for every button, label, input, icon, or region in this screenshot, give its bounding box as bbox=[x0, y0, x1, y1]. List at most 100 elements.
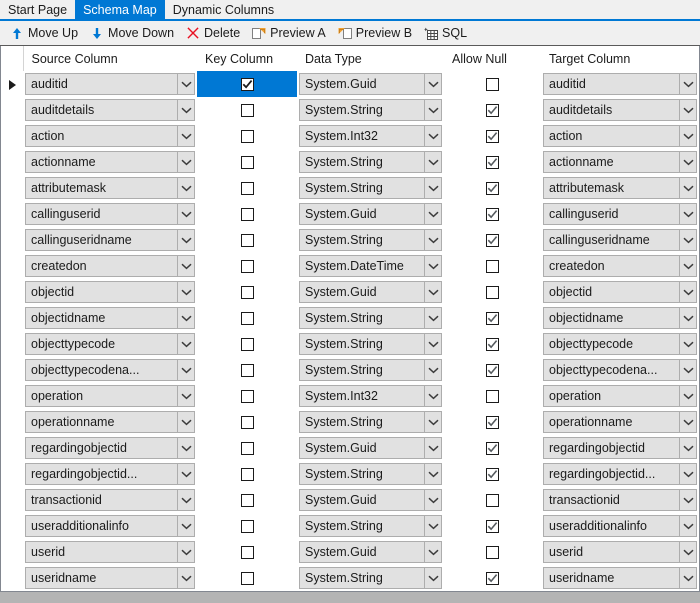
chevron-down-icon[interactable] bbox=[679, 490, 696, 510]
chevron-down-icon[interactable] bbox=[177, 126, 194, 146]
source-column-combobox[interactable]: actionname bbox=[25, 151, 195, 173]
table-row[interactable]: auditdetails System.String auditdetails bbox=[1, 97, 699, 123]
target-column-combobox[interactable]: objecttypecodena... bbox=[543, 359, 697, 381]
chevron-down-icon[interactable] bbox=[679, 386, 696, 406]
source-column-cell[interactable]: objecttypecode bbox=[23, 331, 197, 357]
target-column-cell[interactable]: action bbox=[541, 123, 699, 149]
allow-null-cell[interactable] bbox=[444, 227, 541, 253]
source-column-cell[interactable]: objectidname bbox=[23, 305, 197, 331]
row-selector-cell[interactable] bbox=[1, 175, 23, 201]
allow-null-cell[interactable] bbox=[444, 149, 541, 175]
preview-a-button[interactable]: Preview A bbox=[248, 24, 333, 42]
allow-null-cell[interactable] bbox=[444, 539, 541, 565]
chevron-down-icon[interactable] bbox=[177, 230, 194, 250]
table-row[interactable]: createdon System.DateTime createdon bbox=[1, 253, 699, 279]
row-selector-cell[interactable] bbox=[1, 71, 23, 97]
key-column-cell[interactable] bbox=[197, 253, 297, 279]
key-column-checkbox[interactable] bbox=[240, 103, 254, 117]
chevron-down-icon[interactable] bbox=[424, 464, 441, 484]
chevron-down-icon[interactable] bbox=[177, 282, 194, 302]
source-column-cell[interactable]: auditdetails bbox=[23, 97, 197, 123]
chevron-down-icon[interactable] bbox=[177, 438, 194, 458]
column-header-selector[interactable] bbox=[1, 46, 24, 71]
chevron-down-icon[interactable] bbox=[177, 412, 194, 432]
data-type-cell[interactable]: System.Guid bbox=[297, 201, 444, 227]
allow-null-cell[interactable] bbox=[444, 253, 541, 279]
chevron-down-icon[interactable] bbox=[424, 386, 441, 406]
allow-null-checkbox[interactable] bbox=[486, 285, 499, 299]
key-column-cell[interactable] bbox=[197, 305, 297, 331]
row-selector-cell[interactable] bbox=[1, 227, 23, 253]
source-column-cell[interactable]: regardingobjectid bbox=[23, 435, 197, 461]
target-column-cell[interactable]: callinguserid bbox=[541, 201, 699, 227]
key-column-checkbox[interactable] bbox=[240, 441, 254, 455]
source-column-combobox[interactable]: transactionid bbox=[25, 489, 195, 511]
table-row[interactable]: objecttypecode System.String objecttypecod… bbox=[1, 331, 699, 357]
key-column-cell[interactable] bbox=[197, 461, 297, 487]
target-column-cell[interactable]: regardingobjectid... bbox=[541, 461, 699, 487]
key-column-cell[interactable] bbox=[197, 97, 297, 123]
target-column-combobox[interactable]: auditid bbox=[543, 73, 697, 95]
table-row[interactable]: objecttypecodena... System.String objectty… bbox=[1, 357, 699, 383]
data-type-cell[interactable]: System.Guid bbox=[297, 71, 444, 97]
target-column-combobox[interactable]: objectidname bbox=[543, 307, 697, 329]
chevron-down-icon[interactable] bbox=[424, 152, 441, 172]
target-column-cell[interactable]: regardingobjectid bbox=[541, 435, 699, 461]
key-column-checkbox[interactable] bbox=[240, 545, 254, 559]
target-column-cell[interactable]: useridname bbox=[541, 565, 699, 591]
chevron-down-icon[interactable] bbox=[679, 360, 696, 380]
target-column-cell[interactable]: operationname bbox=[541, 409, 699, 435]
target-column-combobox[interactable]: callinguserid bbox=[543, 203, 697, 225]
allow-null-checkbox[interactable] bbox=[486, 519, 499, 533]
key-column-cell[interactable] bbox=[197, 409, 297, 435]
chevron-down-icon[interactable] bbox=[679, 516, 696, 536]
chevron-down-icon[interactable] bbox=[679, 334, 696, 354]
source-column-cell[interactable]: createdon bbox=[23, 253, 197, 279]
column-header-source-column[interactable]: Source Column bbox=[23, 46, 197, 71]
table-row[interactable]: useridname System.String useridname bbox=[1, 565, 699, 591]
chevron-down-icon[interactable] bbox=[424, 412, 441, 432]
data-type-cell[interactable]: System.Int32 bbox=[297, 123, 444, 149]
chevron-down-icon[interactable] bbox=[424, 256, 441, 276]
table-row[interactable]: useradditionalinfo System.String useraddit… bbox=[1, 513, 699, 539]
data-type-combobox[interactable]: System.String bbox=[299, 151, 442, 173]
chevron-down-icon[interactable] bbox=[679, 568, 696, 588]
source-column-combobox[interactable]: attributemask bbox=[25, 177, 195, 199]
chevron-down-icon[interactable] bbox=[177, 308, 194, 328]
allow-null-cell[interactable] bbox=[444, 305, 541, 331]
source-column-cell[interactable]: transactionid bbox=[23, 487, 197, 513]
chevron-down-icon[interactable] bbox=[177, 568, 194, 588]
data-type-combobox[interactable]: System.Guid bbox=[299, 203, 442, 225]
allow-null-checkbox[interactable] bbox=[486, 571, 499, 585]
data-type-cell[interactable]: System.Guid bbox=[297, 435, 444, 461]
target-column-cell[interactable]: actionname bbox=[541, 149, 699, 175]
row-selector-cell[interactable] bbox=[1, 461, 23, 487]
key-column-cell[interactable] bbox=[197, 513, 297, 539]
allow-null-cell[interactable] bbox=[444, 201, 541, 227]
allow-null-cell[interactable] bbox=[444, 383, 541, 409]
key-column-checkbox[interactable] bbox=[240, 467, 254, 481]
allow-null-checkbox[interactable] bbox=[486, 337, 499, 351]
key-column-cell[interactable] bbox=[197, 227, 297, 253]
chevron-down-icon[interactable] bbox=[177, 334, 194, 354]
target-column-cell[interactable]: callinguseridname bbox=[541, 227, 699, 253]
data-type-combobox[interactable]: System.String bbox=[299, 177, 442, 199]
source-column-cell[interactable]: useradditionalinfo bbox=[23, 513, 197, 539]
row-selector-cell[interactable] bbox=[1, 305, 23, 331]
target-column-combobox[interactable]: regardingobjectid bbox=[543, 437, 697, 459]
chevron-down-icon[interactable] bbox=[679, 204, 696, 224]
key-column-checkbox[interactable] bbox=[240, 77, 254, 91]
allow-null-cell[interactable] bbox=[444, 357, 541, 383]
chevron-down-icon[interactable] bbox=[424, 334, 441, 354]
key-column-checkbox[interactable] bbox=[240, 363, 254, 377]
key-column-checkbox[interactable] bbox=[240, 207, 254, 221]
row-selector-cell[interactable] bbox=[1, 97, 23, 123]
allow-null-checkbox[interactable] bbox=[486, 389, 499, 403]
tab-schema-map[interactable]: Schema Map bbox=[75, 0, 165, 19]
source-column-cell[interactable]: callinguserid bbox=[23, 201, 197, 227]
key-column-checkbox[interactable] bbox=[240, 571, 254, 585]
chevron-down-icon[interactable] bbox=[679, 308, 696, 328]
key-column-checkbox[interactable] bbox=[240, 519, 254, 533]
chevron-down-icon[interactable] bbox=[177, 360, 194, 380]
chevron-down-icon[interactable] bbox=[679, 230, 696, 250]
